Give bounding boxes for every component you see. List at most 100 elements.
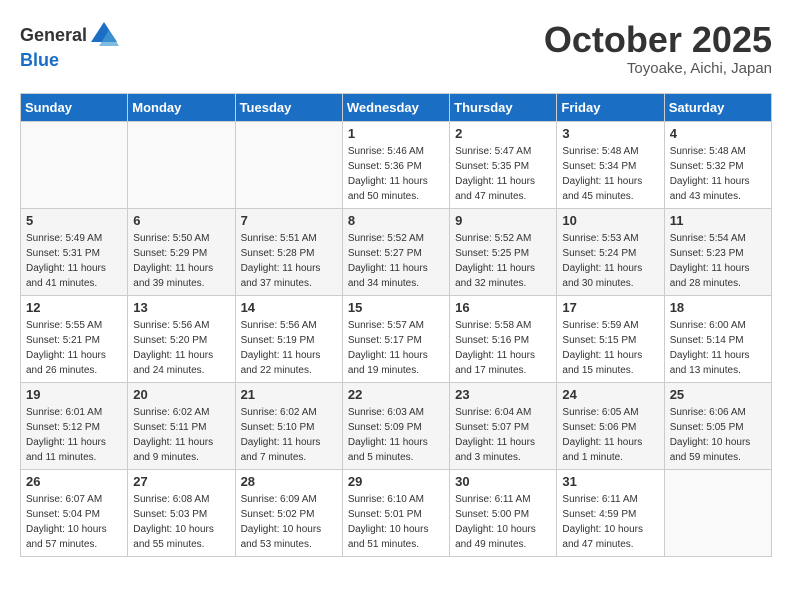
- day-number: 8: [348, 213, 444, 228]
- calendar-week-row: 1 Sunrise: 5:46 AM Sunset: 5:36 PM Daylig…: [21, 121, 772, 208]
- calendar-cell: 31 Sunrise: 6:11 AM Sunset: 4:59 PM Dayli…: [557, 469, 664, 556]
- day-info: Sunrise: 5:46 AM Sunset: 5:36 PM Dayligh…: [348, 144, 444, 204]
- day-info: Sunrise: 6:10 AM Sunset: 5:01 PM Dayligh…: [348, 492, 444, 552]
- calendar-cell: 2 Sunrise: 5:47 AM Sunset: 5:35 PM Daylig…: [450, 121, 557, 208]
- calendar-cell: [21, 121, 128, 208]
- weekday-header-row: SundayMondayTuesdayWednesdayThursdayFrid…: [21, 93, 772, 121]
- calendar-cell: 29 Sunrise: 6:10 AM Sunset: 5:01 PM Dayli…: [342, 469, 449, 556]
- day-info: Sunrise: 6:08 AM Sunset: 5:03 PM Dayligh…: [133, 492, 229, 552]
- day-info: Sunrise: 5:56 AM Sunset: 5:19 PM Dayligh…: [241, 318, 337, 378]
- day-number: 2: [455, 126, 551, 141]
- calendar-cell: 27 Sunrise: 6:08 AM Sunset: 5:03 PM Dayli…: [128, 469, 235, 556]
- day-info: Sunrise: 6:01 AM Sunset: 5:12 PM Dayligh…: [26, 405, 122, 465]
- calendar-cell: 11Sunrise: 5:54 AM Sunset: 5:23 PM Dayli…: [664, 208, 771, 295]
- calendar-cell: 8Sunrise: 5:52 AM Sunset: 5:27 PM Daylig…: [342, 208, 449, 295]
- calendar-cell: 30 Sunrise: 6:11 AM Sunset: 5:00 PM Dayli…: [450, 469, 557, 556]
- day-number: 25: [670, 387, 766, 402]
- calendar-cell: 28Sunrise: 6:09 AM Sunset: 5:02 PM Dayli…: [235, 469, 342, 556]
- day-number: 3: [562, 126, 658, 141]
- calendar-cell: [235, 121, 342, 208]
- day-number: 18: [670, 300, 766, 315]
- calendar-cell: 24 Sunrise: 6:05 AM Sunset: 5:06 PM Dayli…: [557, 382, 664, 469]
- day-number: 16: [455, 300, 551, 315]
- day-info: Sunrise: 5:48 AM Sunset: 5:32 PM Dayligh…: [670, 144, 766, 204]
- calendar-cell: 15Sunrise: 5:57 AM Sunset: 5:17 PM Dayli…: [342, 295, 449, 382]
- calendar-cell: 23 Sunrise: 6:04 AM Sunset: 5:07 PM Dayli…: [450, 382, 557, 469]
- day-info: Sunrise: 6:04 AM Sunset: 5:07 PM Dayligh…: [455, 405, 551, 465]
- day-info: Sunrise: 5:53 AM Sunset: 5:24 PM Dayligh…: [562, 231, 658, 291]
- calendar-cell: [664, 469, 771, 556]
- day-info: Sunrise: 5:55 AM Sunset: 5:21 PM Dayligh…: [26, 318, 122, 378]
- day-number: 11: [670, 213, 766, 228]
- calendar-cell: 17Sunrise: 5:59 AM Sunset: 5:15 PM Dayli…: [557, 295, 664, 382]
- calendar-week-row: 5 Sunrise: 5:49 AM Sunset: 5:31 PM Daylig…: [21, 208, 772, 295]
- calendar-cell: 5 Sunrise: 5:49 AM Sunset: 5:31 PM Daylig…: [21, 208, 128, 295]
- calendar-cell: 3 Sunrise: 5:48 AM Sunset: 5:34 PM Daylig…: [557, 121, 664, 208]
- day-number: 19: [26, 387, 122, 402]
- day-info: Sunrise: 6:06 AM Sunset: 5:05 PM Dayligh…: [670, 405, 766, 465]
- weekday-header-friday: Friday: [557, 93, 664, 121]
- calendar-cell: 7 Sunrise: 5:51 AM Sunset: 5:28 PM Daylig…: [235, 208, 342, 295]
- calendar-cell: 25 Sunrise: 6:06 AM Sunset: 5:05 PM Dayli…: [664, 382, 771, 469]
- day-info: Sunrise: 6:02 AM Sunset: 5:11 PM Dayligh…: [133, 405, 229, 465]
- calendar-cell: 12 Sunrise: 5:55 AM Sunset: 5:21 PM Dayli…: [21, 295, 128, 382]
- day-number: 7: [241, 213, 337, 228]
- day-info: Sunrise: 5:47 AM Sunset: 5:35 PM Dayligh…: [455, 144, 551, 204]
- calendar-week-row: 12 Sunrise: 5:55 AM Sunset: 5:21 PM Dayli…: [21, 295, 772, 382]
- calendar-cell: 14 Sunrise: 5:56 AM Sunset: 5:19 PM Dayli…: [235, 295, 342, 382]
- day-number: 26: [26, 474, 122, 489]
- calendar-cell: 13Sunrise: 5:56 AM Sunset: 5:20 PM Dayli…: [128, 295, 235, 382]
- day-number: 13: [133, 300, 229, 315]
- day-number: 21: [241, 387, 337, 402]
- day-info: Sunrise: 5:59 AM Sunset: 5:15 PM Dayligh…: [562, 318, 658, 378]
- day-number: 28: [241, 474, 337, 489]
- day-info: Sunrise: 5:49 AM Sunset: 5:31 PM Dayligh…: [26, 231, 122, 291]
- day-info: Sunrise: 5:52 AM Sunset: 5:25 PM Dayligh…: [455, 231, 551, 291]
- day-info: Sunrise: 5:48 AM Sunset: 5:34 PM Dayligh…: [562, 144, 658, 204]
- day-number: 29: [348, 474, 444, 489]
- day-number: 5: [26, 213, 122, 228]
- day-number: 1: [348, 126, 444, 141]
- calendar-table: SundayMondayTuesdayWednesdayThursdayFrid…: [20, 93, 772, 557]
- header: General Blue October 2025 Toyoake, Aichi…: [20, 20, 772, 77]
- day-info: Sunrise: 5:51 AM Sunset: 5:28 PM Dayligh…: [241, 231, 337, 291]
- day-number: 12: [26, 300, 122, 315]
- day-info: Sunrise: 6:11 AM Sunset: 5:00 PM Dayligh…: [455, 492, 551, 552]
- calendar-cell: 19 Sunrise: 6:01 AM Sunset: 5:12 PM Dayli…: [21, 382, 128, 469]
- weekday-header-wednesday: Wednesday: [342, 93, 449, 121]
- weekday-header-tuesday: Tuesday: [235, 93, 342, 121]
- day-info: Sunrise: 5:58 AM Sunset: 5:16 PM Dayligh…: [455, 318, 551, 378]
- calendar-cell: 1 Sunrise: 5:46 AM Sunset: 5:36 PM Daylig…: [342, 121, 449, 208]
- logo-blue-text: Blue: [20, 50, 59, 70]
- day-number: 23: [455, 387, 551, 402]
- calendar-week-row: 26Sunrise: 6:07 AM Sunset: 5:04 PM Dayli…: [21, 469, 772, 556]
- day-info: Sunrise: 6:02 AM Sunset: 5:10 PM Dayligh…: [241, 405, 337, 465]
- calendar-cell: 18 Sunrise: 6:00 AM Sunset: 5:14 PM Dayli…: [664, 295, 771, 382]
- calendar-cell: 6Sunrise: 5:50 AM Sunset: 5:29 PM Daylig…: [128, 208, 235, 295]
- day-number: 4: [670, 126, 766, 141]
- calendar-cell: 21 Sunrise: 6:02 AM Sunset: 5:10 PM Dayli…: [235, 382, 342, 469]
- calendar-cell: 20Sunrise: 6:02 AM Sunset: 5:11 PM Dayli…: [128, 382, 235, 469]
- day-info: Sunrise: 6:05 AM Sunset: 5:06 PM Dayligh…: [562, 405, 658, 465]
- day-info: Sunrise: 6:00 AM Sunset: 5:14 PM Dayligh…: [670, 318, 766, 378]
- weekday-header-monday: Monday: [128, 93, 235, 121]
- day-number: 9: [455, 213, 551, 228]
- day-number: 31: [562, 474, 658, 489]
- logo-icon: [89, 20, 119, 50]
- day-info: Sunrise: 6:03 AM Sunset: 5:09 PM Dayligh…: [348, 405, 444, 465]
- calendar-cell: 9 Sunrise: 5:52 AM Sunset: 5:25 PM Daylig…: [450, 208, 557, 295]
- calendar-cell: 4 Sunrise: 5:48 AM Sunset: 5:32 PM Daylig…: [664, 121, 771, 208]
- calendar-cell: 16 Sunrise: 5:58 AM Sunset: 5:16 PM Dayli…: [450, 295, 557, 382]
- weekday-header-thursday: Thursday: [450, 93, 557, 121]
- day-number: 27: [133, 474, 229, 489]
- day-number: 30: [455, 474, 551, 489]
- logo: General Blue: [20, 20, 119, 71]
- day-number: 14: [241, 300, 337, 315]
- day-number: 15: [348, 300, 444, 315]
- day-number: 24: [562, 387, 658, 402]
- calendar-week-row: 19 Sunrise: 6:01 AM Sunset: 5:12 PM Dayli…: [21, 382, 772, 469]
- title-section: October 2025 Toyoake, Aichi, Japan: [544, 20, 772, 77]
- logo-general-text: General: [20, 25, 87, 46]
- calendar-cell: 10Sunrise: 5:53 AM Sunset: 5:24 PM Dayli…: [557, 208, 664, 295]
- day-info: Sunrise: 6:11 AM Sunset: 4:59 PM Dayligh…: [562, 492, 658, 552]
